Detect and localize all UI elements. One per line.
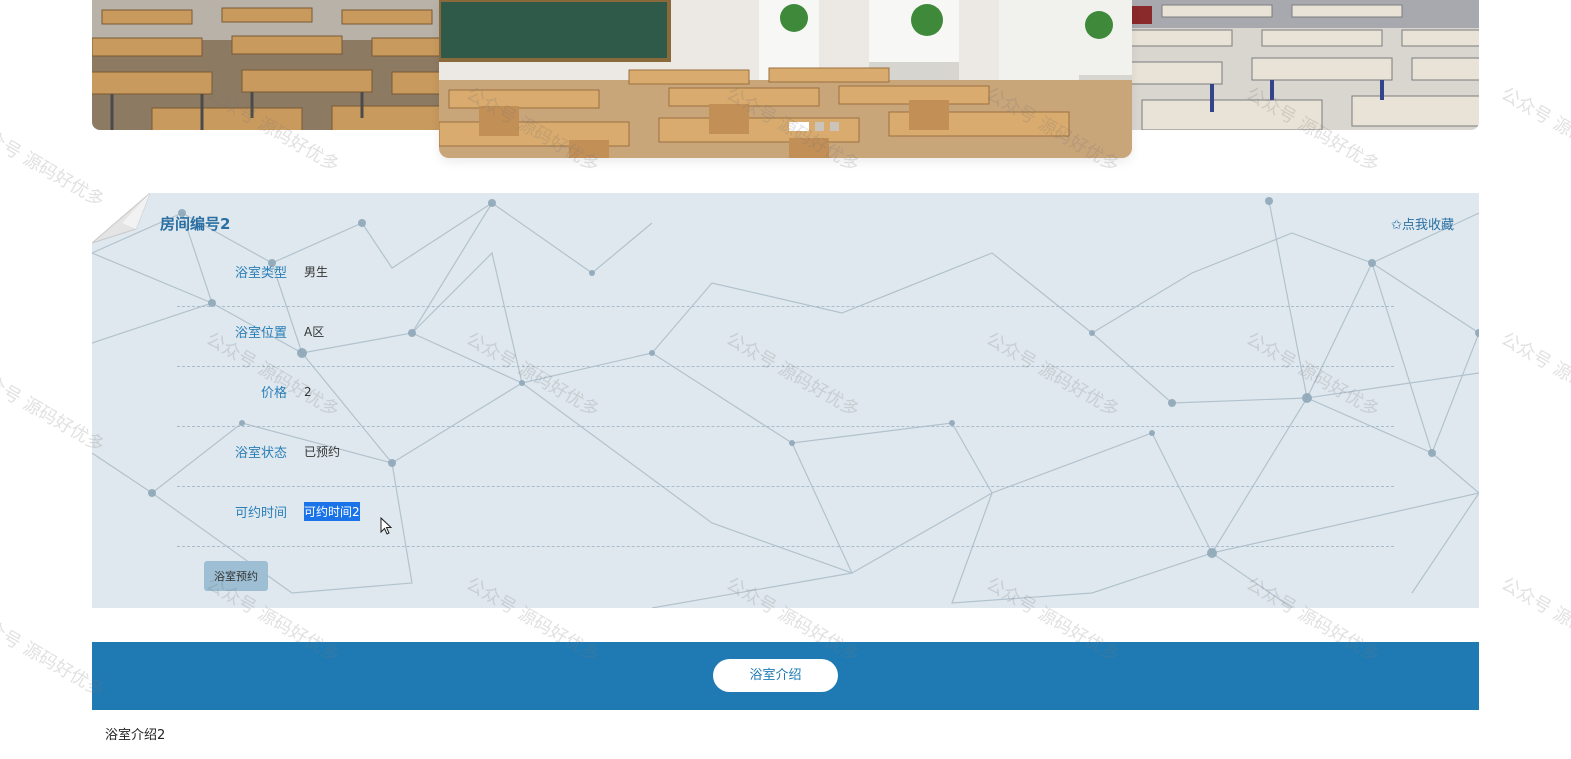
field-row-bathroom-location: 浴室位置 A区 xyxy=(177,307,1394,367)
field-label: 可约时间 xyxy=(234,506,287,521)
carousel-indicator[interactable] xyxy=(789,122,809,131)
field-label: 浴室位置 xyxy=(234,326,287,341)
room-title: 房间编号2 xyxy=(160,215,231,233)
carousel-indicator[interactable] xyxy=(830,122,839,131)
field-value: 男生 xyxy=(304,265,329,279)
watermark: 公众号 源码好优多 xyxy=(1497,83,1571,177)
field-value-selected: 可约时间2 xyxy=(304,502,360,521)
carousel-slide-active[interactable] xyxy=(439,0,1132,158)
room-fields: 浴室类型 男生 浴室位置 A区 价格 2 浴室状态 已预约 可约时间 可约时间2 xyxy=(177,247,1394,547)
intro-tab-bar: 浴室介绍 xyxy=(92,642,1479,710)
field-value: A区 xyxy=(304,325,325,339)
field-label: 价格 xyxy=(260,386,287,401)
carousel-indicators xyxy=(789,122,839,131)
classroom-image xyxy=(439,0,1132,158)
watermark: 公众号 源码好优多 xyxy=(1497,328,1571,422)
favorite-button[interactable]: ✩点我收藏 xyxy=(1391,214,1454,233)
tab-bathroom-intro[interactable]: 浴室介绍 xyxy=(713,659,838,692)
field-label: 浴室类型 xyxy=(234,266,287,281)
field-row-bathroom-type: 浴室类型 男生 xyxy=(177,247,1394,307)
image-carousel[interactable] xyxy=(92,0,1479,160)
mouse-cursor-icon xyxy=(380,517,392,535)
field-value: 2 xyxy=(304,384,312,399)
field-label: 浴室状态 xyxy=(234,446,287,461)
classroom-image xyxy=(1092,0,1479,130)
watermark: 公众号 源码好优多 xyxy=(1497,573,1571,667)
carousel-slide-prev[interactable] xyxy=(92,0,492,130)
field-row-available-time: 可约时间 可约时间2 xyxy=(177,487,1394,547)
field-value: 已预约 xyxy=(304,445,341,459)
book-bathroom-button[interactable]: 浴室预约 xyxy=(204,561,268,591)
page-curl-icon xyxy=(92,193,150,243)
room-detail-panel: 房间编号2 ✩点我收藏 浴室类型 男生 浴室位置 A区 价格 2 浴室状态 已预… xyxy=(92,193,1479,608)
intro-content: 浴室介绍2 xyxy=(105,728,166,743)
field-row-price: 价格 2 xyxy=(177,367,1394,427)
carousel-indicator[interactable] xyxy=(815,122,824,131)
classroom-image xyxy=(92,0,492,130)
carousel-slide-next[interactable] xyxy=(1092,0,1479,130)
field-row-bathroom-status: 浴室状态 已预约 xyxy=(177,427,1394,487)
